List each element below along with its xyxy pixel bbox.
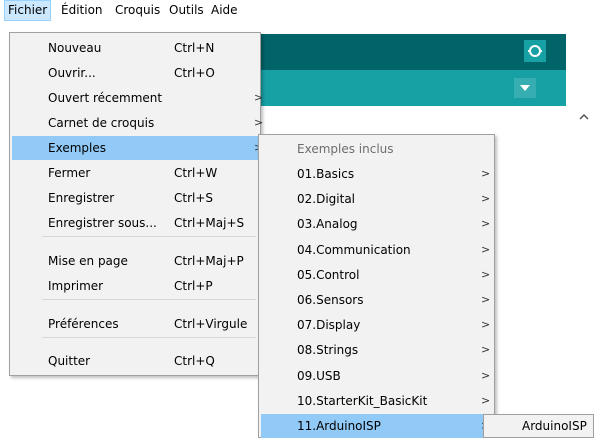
example-item-label: 05.Control	[297, 267, 360, 282]
example-item-11-arduinoisp[interactable]: 11.ArduinoISP>	[261, 414, 492, 438]
menu-item-shortcut: Ctrl+Virgule	[174, 317, 248, 331]
menu-item-nouveau[interactable]: Nouveau Ctrl+N	[12, 36, 258, 60]
dropdown-triangle-icon	[520, 85, 530, 91]
example-item-label: 07.Display	[297, 318, 361, 333]
menu-item-label: Exemples	[48, 141, 106, 155]
menu-item-carnet-de-croquis[interactable]: Carnet de croquis >	[12, 111, 263, 135]
scroll-up-arrow-icon[interactable]	[577, 110, 591, 124]
arduinoisp-item[interactable]: ArduinoISP	[486, 415, 591, 437]
example-item-label: 06.Sensors	[297, 293, 364, 307]
submenu-arrow-icon: >	[481, 167, 491, 180]
menu-item-ouvrir[interactable]: Ouvrir... Ctrl+O	[12, 61, 258, 85]
example-item-label: 01.Basics	[297, 167, 355, 181]
example-item-label: 08.Strings	[297, 343, 359, 358]
menu-item-label: Ouvrir...	[48, 66, 96, 80]
example-item-label: 03.Analog	[297, 217, 358, 232]
arduinoisp-item-label: ArduinoISP	[522, 419, 587, 433]
menu-separator	[42, 337, 256, 338]
example-item-08-strings[interactable]: 08.Strings >	[261, 338, 492, 362]
example-item-label: 11.ArduinoISP	[297, 419, 381, 433]
menu-item-imprimer[interactable]: Imprimer Ctrl+P	[12, 274, 258, 298]
example-item-04-communication[interactable]: 04.Communication >	[261, 238, 492, 262]
submenu-arrow-icon: >	[481, 267, 491, 281]
fichier-dropdown: Nouveau Ctrl+N Ouvrir... Ctrl+O Ouvert récem…	[9, 32, 263, 376]
submenu-arrow-icon: >	[481, 192, 491, 206]
submenu-arrow-icon: >	[254, 91, 264, 104]
menu-bar: Fichier Édition Croquis Outils Aide	[0, 0, 594, 22]
example-item-01-basics[interactable]: 01.Basics >	[261, 162, 492, 186]
submenu-arrow-icon: >	[481, 343, 491, 357]
menu-item-preferences[interactable]: Préférences Ctrl+Virgule	[12, 312, 258, 336]
menu-item-quitter[interactable]: Quitter Ctrl+Q	[12, 349, 258, 373]
exemples-header-label: Exemples inclus	[297, 142, 394, 156]
submenu-arrow-icon: >	[481, 242, 491, 256]
exemples-submenu: Exemples inclus 01.Basics >02.Digital >03.A…	[258, 134, 495, 438]
submenu-arrow-icon: >	[481, 318, 491, 332]
tabs-menu-button[interactable]	[514, 78, 536, 98]
submenu-arrow-icon: >	[481, 293, 491, 306]
submenu-arrow-icon: >	[481, 368, 491, 382]
menu-item-shortcut: Ctrl+N	[174, 41, 215, 55]
menu-croquis[interactable]: Croquis	[112, 0, 163, 21]
example-item-03-analog[interactable]: 03.Analog >	[261, 212, 492, 236]
magnifier-icon	[528, 45, 542, 57]
menu-item-shortcut: Ctrl+Q	[174, 354, 215, 368]
exemples-header: Exemples inclus	[261, 137, 492, 161]
menu-separator	[42, 299, 256, 300]
menu-item-shortcut: Ctrl+P	[174, 279, 213, 293]
menu-item-label: Enregistrer sous...	[48, 216, 157, 230]
submenu-arrow-icon: >	[254, 116, 264, 129]
example-item-05-control[interactable]: 05.Control >	[261, 263, 492, 287]
submenu-arrow-icon: >	[481, 217, 491, 231]
example-item-label: 02.Digital	[297, 192, 356, 207]
menu-item-shortcut: Ctrl+S	[174, 191, 214, 205]
menu-item-label: Nouveau	[48, 41, 102, 55]
menu-item-label: Enregistrer	[48, 191, 115, 205]
menu-edition[interactable]: Édition	[58, 0, 106, 21]
menu-item-shortcut: Ctrl+O	[174, 66, 215, 80]
menu-aide[interactable]: Aide	[208, 0, 241, 21]
example-item-label: 10.StarterKit_BasicKit	[297, 393, 428, 408]
menu-item-label: Carnet de croquis	[48, 116, 155, 130]
menu-item-exemples[interactable]: Exemples>	[12, 136, 263, 160]
example-item-02-digital[interactable]: 02.Digital >	[261, 187, 492, 211]
example-item-label: 09.USB	[297, 368, 341, 383]
menu-item-label: Fermer	[48, 166, 91, 180]
submenu-arrow-icon: >	[481, 393, 491, 407]
menu-item-label: Ouvert récemment	[48, 91, 163, 105]
example-item-10-starterkit-basickit[interactable]: 10.StarterKit_BasicKit >	[261, 389, 492, 413]
menu-item-label: Mise en page	[48, 254, 128, 268]
menu-item-label: Préférences	[48, 317, 119, 331]
menu-outils[interactable]: Outils	[166, 0, 207, 21]
menu-item-fermer[interactable]: Fermer Ctrl+W	[12, 161, 258, 185]
menu-item-shortcut: Ctrl+Maj+S	[174, 216, 245, 230]
menu-item-shortcut: Ctrl+W	[174, 166, 218, 180]
menu-fichier[interactable]: Fichier	[4, 0, 52, 21]
menu-item-mise-en-page[interactable]: Mise en page Ctrl+Maj+P	[12, 249, 258, 273]
menu-item-enregistrer-sous[interactable]: Enregistrer sous... Ctrl+Maj+S	[12, 211, 258, 235]
menu-item-label: Quitter	[48, 354, 91, 368]
example-item-07-display[interactable]: 07.Display >	[261, 313, 492, 337]
menu-item-ouvert-recemment[interactable]: Ouvert récemment >	[12, 86, 263, 110]
example-item-09-usb[interactable]: 09.USB >	[261, 364, 492, 388]
example-item-label: 04.Communication	[297, 242, 411, 257]
example-item-06-sensors[interactable]: 06.Sensors >	[261, 288, 492, 312]
menu-item-label: Imprimer	[48, 279, 104, 293]
menu-item-shortcut: Ctrl+Maj+P	[174, 254, 244, 268]
menu-separator	[42, 236, 256, 237]
menu-item-enregistrer[interactable]: Enregistrer Ctrl+S	[12, 186, 258, 210]
arduinoisp-submenu: ArduinoISP	[483, 414, 594, 438]
serial-monitor-button[interactable]	[524, 40, 546, 62]
ide-toolbar	[260, 34, 566, 70]
